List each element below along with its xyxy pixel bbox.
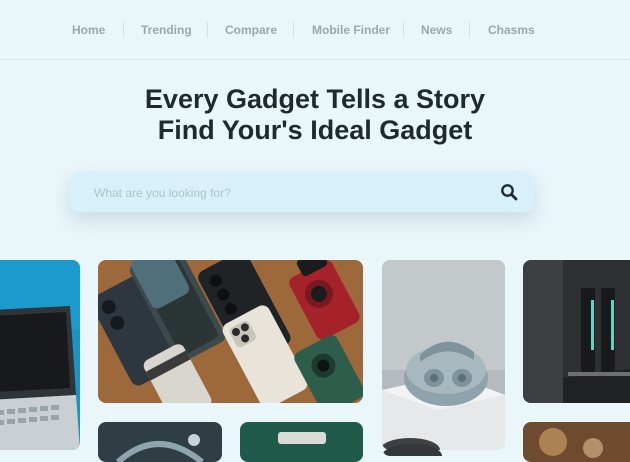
top-navigation: Home Trending Compare Mobile Finder News… bbox=[0, 0, 630, 60]
nav-trending-link[interactable]: Trending bbox=[141, 23, 192, 37]
nav-divider bbox=[207, 22, 208, 38]
nav-divider bbox=[403, 22, 404, 38]
speaker-image[interactable] bbox=[382, 436, 452, 456]
laptop-image[interactable] bbox=[0, 260, 80, 450]
search-input[interactable] bbox=[92, 172, 476, 214]
nav-home-link[interactable]: Home bbox=[72, 23, 105, 37]
wireless-earbuds-image[interactable] bbox=[382, 260, 505, 450]
nav-divider bbox=[469, 22, 470, 38]
product-image[interactable] bbox=[523, 422, 630, 462]
headphones-image[interactable] bbox=[98, 422, 222, 462]
nav-divider bbox=[293, 22, 294, 38]
gaming-gadget-image[interactable] bbox=[523, 260, 630, 403]
nav-compare-link[interactable]: Compare bbox=[225, 23, 277, 37]
smartphones-collection-image[interactable] bbox=[98, 260, 363, 403]
search-icon[interactable] bbox=[500, 183, 518, 201]
nav-mobile-finder-link[interactable]: Mobile Finder bbox=[312, 23, 390, 37]
hero-heading-line-1: Every Gadget Tells a Story bbox=[144, 84, 486, 114]
nav-news-link[interactable]: News bbox=[421, 23, 452, 37]
search-bar bbox=[70, 172, 534, 214]
hero-heading-line-2: Find Your's Ideal Gadget bbox=[157, 115, 473, 145]
nav-divider bbox=[123, 22, 124, 38]
green-device-image[interactable] bbox=[240, 422, 363, 462]
nav-chasms-link[interactable]: Chasms bbox=[488, 23, 535, 37]
